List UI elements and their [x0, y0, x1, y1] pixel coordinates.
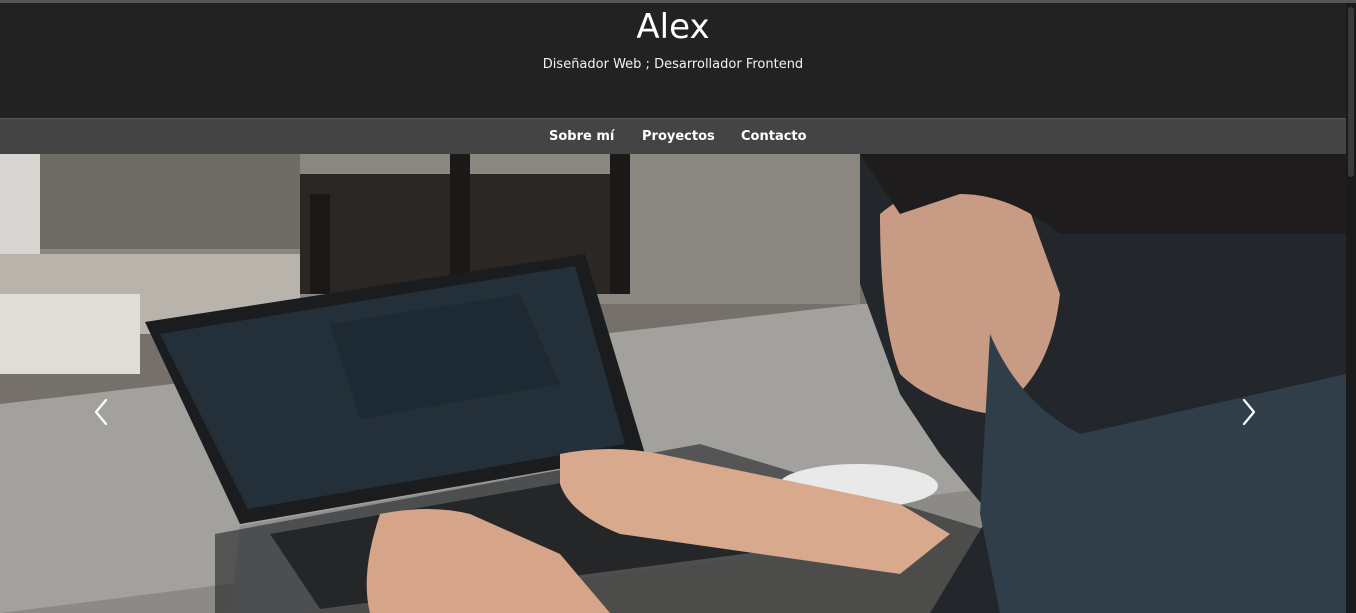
nav-link-contacto[interactable]: Contacto: [741, 128, 807, 146]
site-subtitle: Diseñador Web ; Desarrollador Frontend: [542, 57, 804, 72]
site-title: Alex: [636, 7, 710, 47]
carousel-next-button[interactable]: [1239, 397, 1259, 427]
nav-link-sobre-mi[interactable]: Sobre mí: [549, 128, 614, 146]
site-header: Alex Diseñador Web ; Desarrollador Front…: [0, 3, 1346, 118]
hero-carousel: [0, 154, 1346, 613]
nav-link-proyectos[interactable]: Proyectos: [642, 128, 715, 146]
chevron-right-icon: [1242, 398, 1256, 426]
main-nav: Sobre mí Proyectos Contacto: [0, 118, 1346, 154]
chevron-left-icon: [94, 398, 108, 426]
carousel-prev-button[interactable]: [91, 397, 111, 427]
carousel-slide-photo: [0, 154, 1346, 613]
scrollbar-thumb[interactable]: [1348, 7, 1354, 177]
page-scrollbar[interactable]: [1346, 3, 1356, 613]
